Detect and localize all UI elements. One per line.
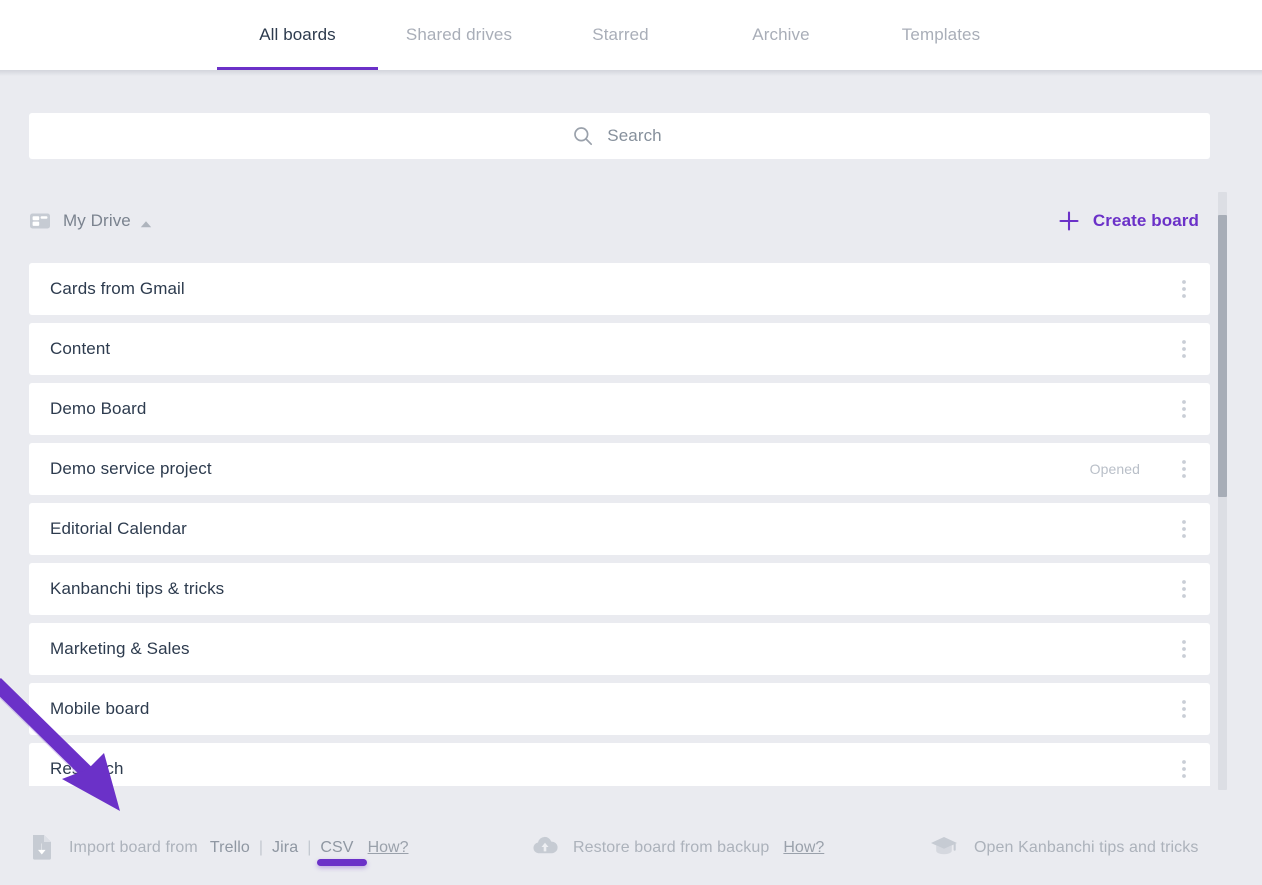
header-shadow xyxy=(0,70,1262,76)
plus-icon xyxy=(1058,210,1080,232)
tab-starred[interactable]: Starred xyxy=(540,0,701,70)
status-badge: Opened xyxy=(1089,461,1140,477)
top-tab-bar: All boards Shared drives Starred Archive… xyxy=(0,0,1262,70)
more-vertical-icon[interactable] xyxy=(1158,443,1210,495)
board-list-scrollbar-thumb[interactable] xyxy=(1218,215,1227,497)
import-how-link[interactable]: How? xyxy=(368,839,409,857)
table-row[interactable]: Content xyxy=(29,323,1210,375)
open-tips-and-tricks[interactable]: Open Kanbanchi tips and tricks xyxy=(928,825,1198,871)
board-name: Demo Board xyxy=(50,399,147,418)
import-source-csv[interactable]: CSV xyxy=(320,839,353,857)
board-name: Cards from Gmail xyxy=(50,279,185,298)
more-vertical-icon[interactable] xyxy=(1158,383,1210,435)
more-vertical-icon[interactable] xyxy=(1158,743,1210,786)
table-row[interactable]: Research xyxy=(29,743,1210,786)
tab-archive-label: Archive xyxy=(752,25,810,44)
more-vertical-icon[interactable] xyxy=(1158,503,1210,555)
table-row[interactable]: Editorial Calendar xyxy=(29,503,1210,555)
table-row[interactable]: Kanbanchi tips & tricks xyxy=(29,563,1210,615)
more-vertical-icon[interactable] xyxy=(1158,683,1210,735)
tab-shared-drives-label: Shared drives xyxy=(405,25,513,44)
table-row[interactable]: Cards from Gmail xyxy=(29,263,1210,315)
more-vertical-icon[interactable] xyxy=(1158,323,1210,375)
restore-board-label: Restore board from backup xyxy=(573,839,770,856)
chevron-up-icon[interactable] xyxy=(139,216,153,228)
tab-list: All boards Shared drives Starred Archive… xyxy=(217,0,1021,70)
search-inner: Search xyxy=(573,126,662,146)
more-vertical-icon[interactable] xyxy=(1158,263,1210,315)
import-source-trello[interactable]: Trello xyxy=(210,839,250,857)
separator: | xyxy=(258,839,264,856)
tab-templates[interactable]: Templates xyxy=(861,0,1021,70)
file-import-icon xyxy=(29,832,55,865)
cloud-upload-icon xyxy=(530,834,560,863)
restore-board-from-backup: Restore board from backup How? xyxy=(530,825,824,871)
table-row[interactable]: Demo service project Opened xyxy=(29,443,1210,495)
more-vertical-icon[interactable] xyxy=(1158,623,1210,675)
drive-header-row: My Drive Create board xyxy=(29,203,1210,239)
board-name: Marketing & Sales xyxy=(50,639,190,658)
table-row[interactable]: Marketing & Sales xyxy=(29,623,1210,675)
import-board-from: Import board from Trello | Jira | CSV Ho… xyxy=(29,825,408,871)
search-input[interactable]: Search xyxy=(29,113,1210,159)
table-row[interactable]: Demo Board xyxy=(29,383,1210,435)
board-grid-icon xyxy=(29,210,51,232)
board-name: Content xyxy=(50,339,111,358)
separator: | xyxy=(307,839,312,856)
tab-shared-drives[interactable]: Shared drives xyxy=(378,0,540,70)
tab-archive[interactable]: Archive xyxy=(701,0,861,70)
tab-starred-label: Starred xyxy=(592,25,649,44)
restore-how-link[interactable]: How? xyxy=(783,839,824,857)
import-board-label: Import board from xyxy=(69,839,198,856)
board-name: Kanbanchi tips & tricks xyxy=(50,579,225,598)
board-name: Editorial Calendar xyxy=(50,519,187,538)
graduation-cap-icon xyxy=(928,833,960,864)
create-board-label: Create board xyxy=(1092,211,1199,230)
bottom-toolbar: Import board from Trello | Jira | CSV Ho… xyxy=(0,812,1262,885)
tab-all-boards[interactable]: All boards xyxy=(217,0,378,70)
tab-templates-label: Templates xyxy=(901,25,981,44)
import-source-jira[interactable]: Jira xyxy=(272,839,298,857)
csv-highlight-underline xyxy=(317,859,368,866)
board-list: Cards from Gmail Content Demo Board Demo… xyxy=(29,263,1210,786)
more-vertical-icon[interactable] xyxy=(1158,563,1210,615)
drive-label: My Drive xyxy=(63,211,131,230)
board-name: Demo service project xyxy=(50,459,212,478)
search-placeholder: Search xyxy=(607,126,662,145)
board-name: Research xyxy=(50,759,124,778)
search-icon xyxy=(573,126,593,146)
import-source-csv-wrapper: CSV xyxy=(317,839,368,866)
tab-all-boards-label: All boards xyxy=(259,25,336,44)
tips-label: Open Kanbanchi tips and tricks xyxy=(974,839,1199,856)
drive-toggle[interactable]: My Drive xyxy=(29,210,131,232)
board-name: Mobile board xyxy=(50,699,150,718)
table-row[interactable]: Mobile board xyxy=(29,683,1210,735)
create-board-button[interactable]: Create board xyxy=(1058,210,1199,232)
